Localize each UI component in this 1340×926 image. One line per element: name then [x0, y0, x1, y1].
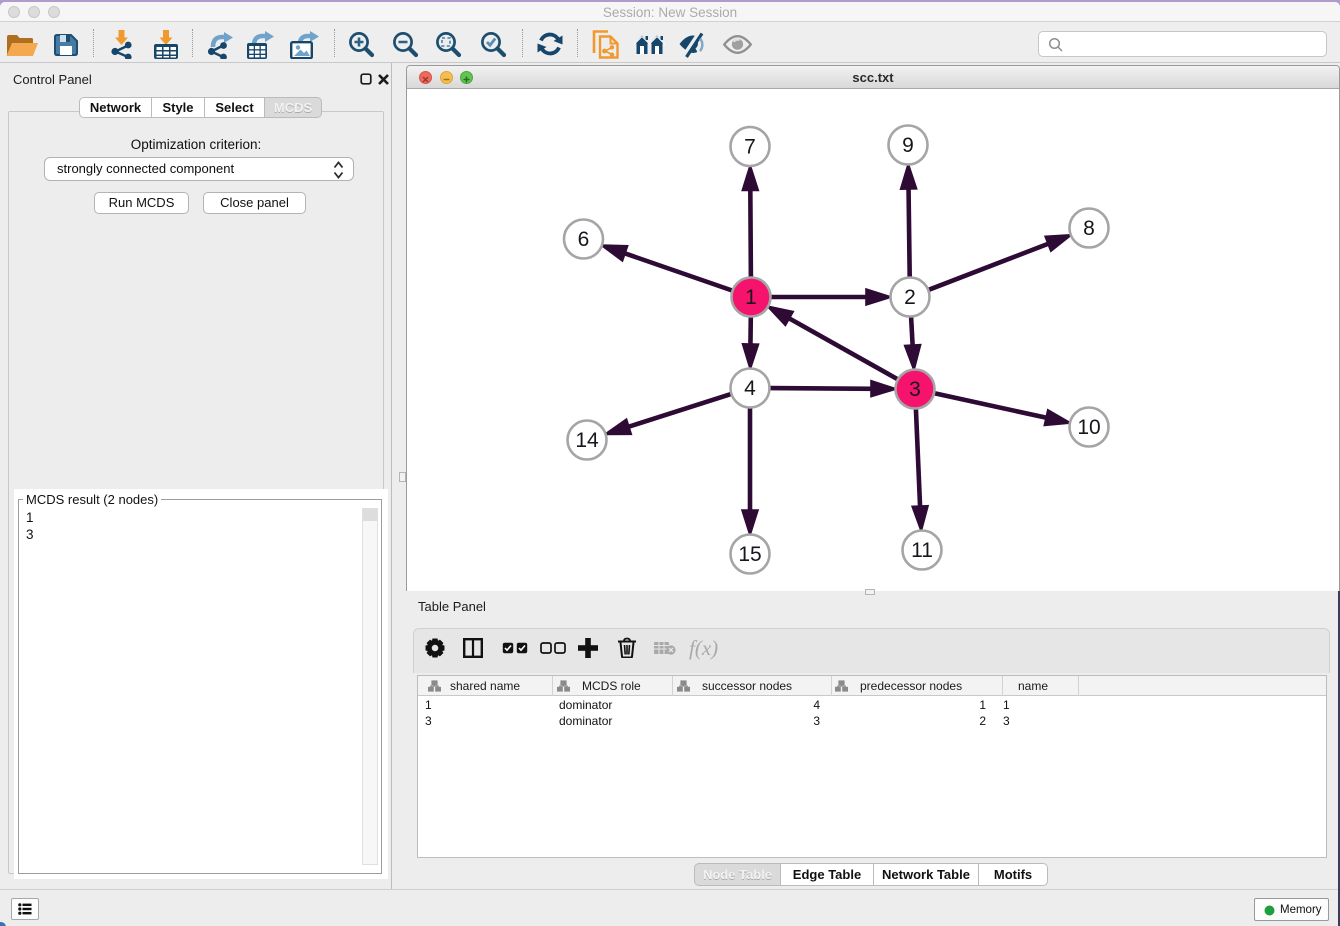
svg-text:3: 3 — [909, 378, 921, 401]
svg-text:1: 1 — [745, 286, 757, 309]
svg-text:9: 9 — [902, 134, 914, 157]
svg-text:4: 4 — [744, 377, 756, 400]
svg-text:14: 14 — [575, 429, 599, 452]
svg-text:7: 7 — [744, 136, 756, 159]
svg-text:6: 6 — [578, 228, 590, 251]
svg-text:8: 8 — [1083, 217, 1095, 240]
svg-text:2: 2 — [904, 286, 916, 309]
svg-text:10: 10 — [1077, 416, 1100, 439]
svg-text:15: 15 — [738, 543, 761, 566]
svg-text:11: 11 — [911, 539, 933, 562]
